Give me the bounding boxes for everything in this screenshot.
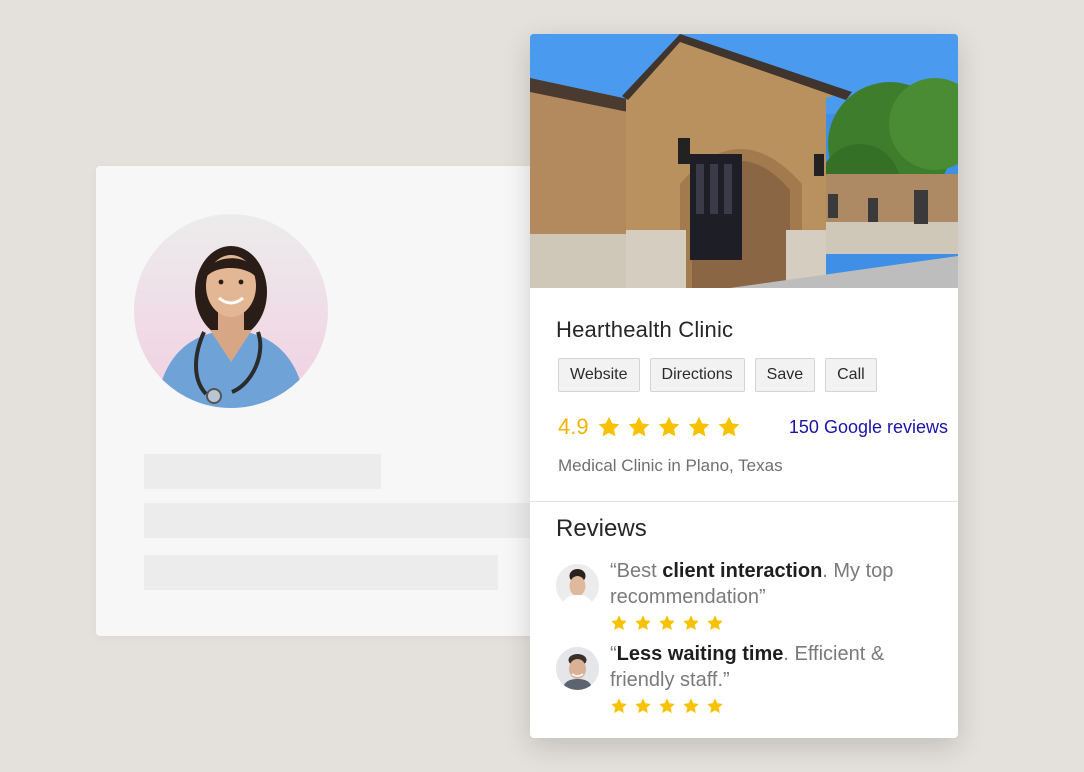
directions-button[interactable]: Directions xyxy=(649,358,745,392)
star-icon xyxy=(611,698,627,714)
placeholder-line-2 xyxy=(144,503,564,538)
rating-row: 4.9 150 Google reviews xyxy=(558,414,948,440)
star-icon xyxy=(683,698,699,714)
clinic-photo xyxy=(530,34,958,288)
action-buttons: Website Directions Save Call xyxy=(558,358,877,392)
clinic-building-icon xyxy=(530,34,958,288)
star-icon xyxy=(659,698,675,714)
star-icon xyxy=(611,615,627,631)
star-icon xyxy=(598,416,619,437)
business-name: Hearthealth Clinic xyxy=(556,317,734,342)
star-icon xyxy=(707,698,723,714)
star-icon xyxy=(635,615,651,631)
business-card: Hearthealth Clinic Website Directions Sa… xyxy=(530,34,958,738)
star-icon xyxy=(718,416,739,437)
star-icon xyxy=(659,615,675,631)
placeholder-line-1 xyxy=(144,454,381,489)
review-highlight: client interaction xyxy=(662,560,823,582)
star-icon xyxy=(635,698,651,714)
rating-stars xyxy=(597,415,741,439)
star-icon xyxy=(628,416,649,437)
star-icon xyxy=(658,416,679,437)
reviewer-avatar xyxy=(556,647,599,690)
star-icon xyxy=(707,615,723,631)
reviewer-avatar xyxy=(556,564,599,607)
business-category: Medical Clinic in Plano, Texas xyxy=(558,456,783,475)
save-button[interactable]: Save xyxy=(754,358,816,392)
nurse-portrait-icon xyxy=(156,246,306,408)
google-reviews-link[interactable]: 150 Google reviews xyxy=(789,417,948,438)
review-stars xyxy=(610,697,724,715)
review-stars xyxy=(610,614,724,632)
star-icon xyxy=(688,416,709,437)
review-highlight: Less waiting time xyxy=(616,643,784,665)
review-text: “Less waiting time. Efficient & friendly… xyxy=(610,643,885,691)
star-icon xyxy=(683,615,699,631)
woman-avatar-icon xyxy=(556,564,599,607)
reviews-heading: Reviews xyxy=(556,515,647,542)
review-text: “Best client interaction. My top recomme… xyxy=(610,560,894,608)
website-button[interactable]: Website xyxy=(558,358,640,392)
avatar xyxy=(134,214,328,408)
placeholder-line-3 xyxy=(144,555,498,590)
rating-value: 4.9 xyxy=(558,414,589,439)
man-avatar-icon xyxy=(556,647,599,690)
profile-card xyxy=(96,166,566,636)
call-button[interactable]: Call xyxy=(825,358,877,392)
divider xyxy=(530,501,958,502)
